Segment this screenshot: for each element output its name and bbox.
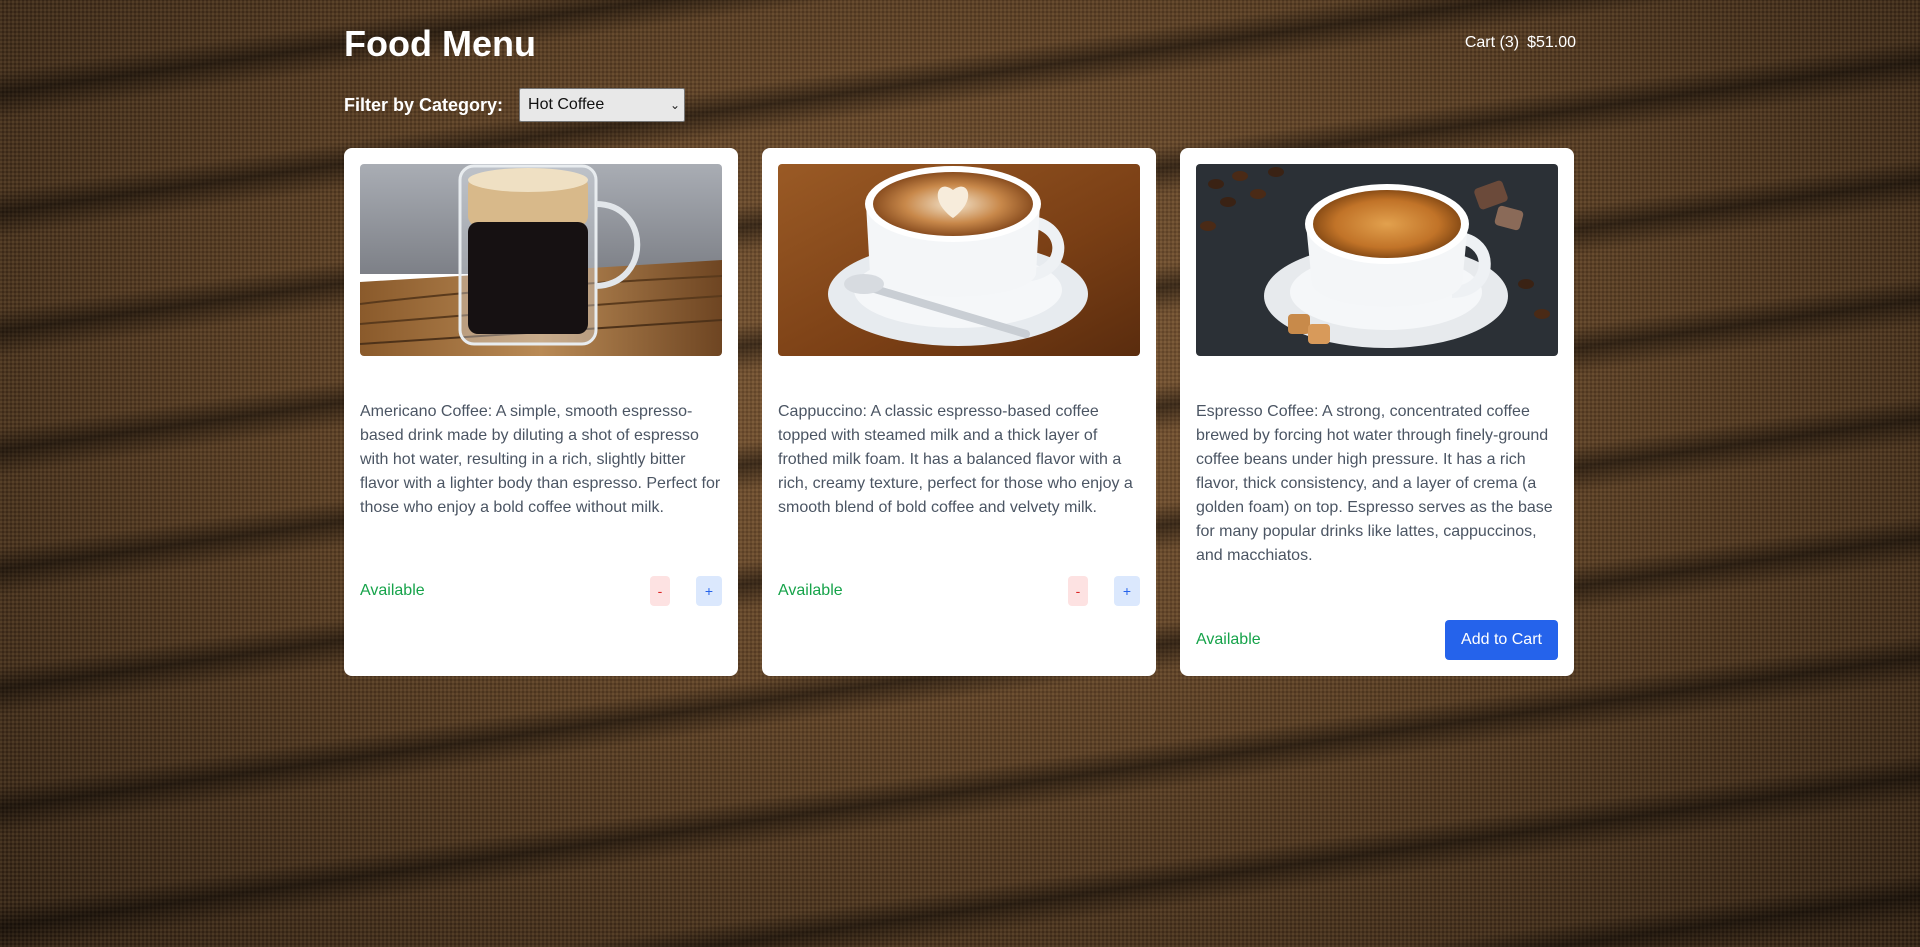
item-description: Americano Coffee: A simple, smooth espre… [360,403,721,516]
add-to-cart-button[interactable]: Add to Cart [1445,620,1558,660]
americano-photo [360,164,722,356]
page: Food Menu Cart (3) $51.00 Filter by Cate… [344,0,1576,676]
availability-status: Available [360,582,425,599]
category-select[interactable]: Hot Coffee ⌄ [519,88,686,122]
availability-status: Available [1196,631,1261,648]
cart-total: $51.00 [1527,34,1576,51]
decrease-quantity-button[interactable]: - [650,576,670,606]
card-footer: Available - + [360,576,722,606]
decrease-quantity-button[interactable]: - [1068,576,1088,606]
page-title: Food Menu [344,23,536,64]
cart-count[interactable]: Cart (3) [1465,34,1519,52]
availability-status: Available [778,582,843,599]
cappuccino-photo [778,164,1140,356]
filter-label: Filter by Category: [344,94,504,115]
item-description: Cappuccino: A classic espresso-based cof… [778,403,1133,516]
header: Food Menu Cart (3) $51.00 [344,0,1576,88]
menu-card-espresso: Espresso Coffee: A strong, concentrated … [1180,148,1574,676]
quantity-stepper: - + [1068,576,1140,606]
menu-card-cappuccino: Cappuccino: A classic espresso-based cof… [762,148,1156,676]
card-footer: Available - + [778,576,1140,606]
increase-quantity-button[interactable]: + [1114,576,1140,606]
increase-quantity-button[interactable]: + [696,576,722,606]
menu-card-americano: Americano Coffee: A simple, smooth espre… [344,148,738,676]
category-select-value: Hot Coffee [528,96,605,113]
category-filter: Filter by Category: Hot Coffee ⌄ [344,88,686,122]
espresso-photo [1196,164,1558,356]
chevron-down-icon: ⌄ [669,98,681,112]
item-description: Espresso Coffee: A strong, concentrated … [1196,403,1553,564]
menu-cards: Americano Coffee: A simple, smooth espre… [344,148,1574,676]
cart-summary[interactable]: Cart (3) $51.00 [1465,34,1576,52]
quantity-stepper: - + [650,576,722,606]
card-footer: Available Add to Cart [1196,620,1558,660]
